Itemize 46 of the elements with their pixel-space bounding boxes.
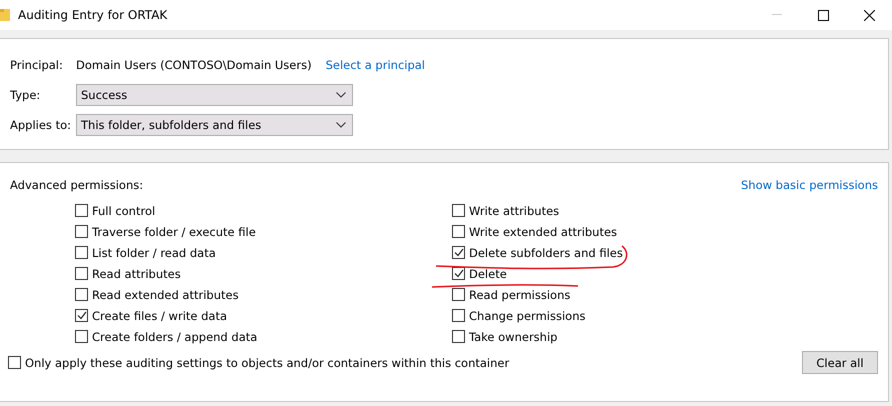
field-label: Principal:: [10, 58, 64, 72]
show-basic-link[interactable]: Show basic permissions: [741, 178, 878, 194]
maximize-icon[interactable]: [818, 10, 828, 20]
checkbox[interactable]: [75, 288, 88, 301]
principal-value: Domain Users (CONTOSO\Domain Users): [76, 58, 312, 72]
checkbox[interactable]: [75, 267, 88, 280]
checkbox[interactable]: [452, 225, 465, 238]
checkbox-label: Change permissions: [469, 308, 586, 322]
checkbox-label: Create folders / append data: [92, 330, 258, 344]
checkbox-label: Create files / write data: [92, 308, 228, 322]
checkbox-label: Read permissions: [469, 288, 570, 302]
select-principal-link[interactable]: Select a principal: [326, 58, 426, 72]
checkbox[interactable]: [452, 267, 465, 280]
checkbox[interactable]: [75, 204, 88, 217]
checkbox[interactable]: [452, 204, 465, 217]
checkbox[interactable]: [452, 288, 465, 301]
close-icon[interactable]: [864, 10, 874, 20]
chevron-icon: [336, 92, 346, 98]
checkbox-label: Take ownership: [469, 330, 558, 344]
checkbox[interactable]: [75, 225, 88, 238]
section-title: Advanced permissions:: [10, 178, 144, 194]
clear-all-button[interactable]: Clear all: [802, 351, 878, 374]
checkbox[interactable]: [8, 356, 21, 369]
checkbox[interactable]: [75, 246, 88, 259]
window-title: Auditing Entry for ORTAK: [18, 8, 168, 22]
checkbox-label: List folder / read data: [92, 246, 216, 260]
checkbox-label: Write extended attributes: [469, 224, 618, 238]
checkbox[interactable]: [452, 330, 465, 343]
checkbox[interactable]: [75, 309, 88, 322]
field-label: Applies to:: [10, 118, 72, 132]
folder-icon: [0, 8, 10, 22]
checkbox-label: Read attributes: [92, 266, 181, 280]
dropdown[interactable]: Success: [76, 84, 353, 106]
field-label: Type:: [10, 88, 42, 102]
checkbox-label: Read extended attributes: [92, 288, 239, 302]
checkbox-label: Delete: [469, 266, 507, 280]
checkbox-label: Write attributes: [469, 204, 560, 218]
checkbox[interactable]: [75, 330, 88, 343]
checkbox-label: Full control: [92, 204, 156, 218]
checkbox-label: Traverse folder / execute file: [92, 224, 256, 238]
checkbox[interactable]: [452, 246, 465, 259]
checkbox-label: Delete subfolders and files: [469, 246, 623, 260]
checkbox[interactable]: [452, 309, 465, 322]
checkbox-label: Only apply these auditing settings to objects and/or containers within this container: [25, 356, 510, 370]
chevron-icon: [336, 122, 346, 128]
dropdown[interactable]: This folder, subfolders and files: [76, 114, 353, 136]
